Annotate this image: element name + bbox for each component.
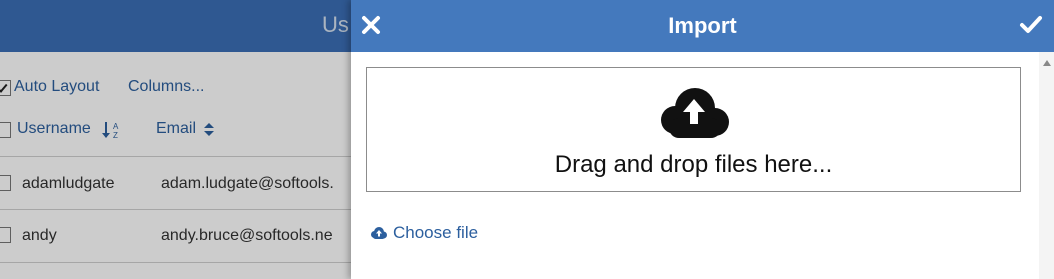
import-title: Import (668, 13, 737, 38)
dropzone-text: Drag and drop files here... (554, 151, 833, 178)
import-header: Import (351, 0, 1054, 52)
cell-email: adam.ludgate@softools. (161, 175, 334, 192)
row-divider (0, 262, 351, 263)
sort-icon (204, 123, 214, 136)
columns-link[interactable]: Columns... (128, 78, 204, 96)
table-row[interactable]: adamludgate adam.ludgate@softools. (0, 157, 351, 209)
cloud-upload-icon (661, 88, 729, 138)
check-icon[interactable] (1019, 14, 1043, 36)
auto-layout-checkbox[interactable] (0, 80, 11, 96)
sort-alpha-icon: A Z (102, 122, 119, 139)
cell-username: adamludgate (22, 175, 115, 192)
auto-layout-label[interactable]: Auto Layout (14, 78, 99, 96)
row-checkbox[interactable] (0, 227, 11, 243)
cloud-upload-icon (371, 227, 387, 239)
select-all-checkbox[interactable] (0, 122, 11, 138)
file-dropzone[interactable]: Drag and drop files here... (366, 67, 1021, 192)
choose-file-label: Choose file (393, 223, 479, 242)
list-toolbar: Auto Layout Columns... (0, 78, 351, 100)
choose-file-button[interactable]: Choose file (370, 222, 478, 244)
row-checkbox[interactable] (0, 175, 11, 191)
column-header-email[interactable]: Email (156, 120, 226, 140)
cell-email: andy.bruce@softools.ne (161, 227, 333, 244)
column-header-username[interactable]: Username A Z (17, 120, 127, 140)
page-title: Us (322, 12, 349, 37)
svg-text:A: A (113, 122, 119, 131)
scrollbar[interactable] (1039, 52, 1054, 279)
cell-username: andy (22, 227, 57, 244)
column-label-username: Username (17, 120, 91, 137)
table-row[interactable]: andy andy.bruce@softools.ne (0, 210, 351, 262)
scroll-up-arrow[interactable] (1043, 60, 1051, 66)
import-panel: Import Drag and drop files here... Choos… (351, 0, 1054, 279)
svg-text:Z: Z (113, 131, 118, 139)
users-list: Auto Layout Columns... Username A Z Emai… (0, 52, 351, 279)
column-label-email: Email (156, 120, 197, 137)
